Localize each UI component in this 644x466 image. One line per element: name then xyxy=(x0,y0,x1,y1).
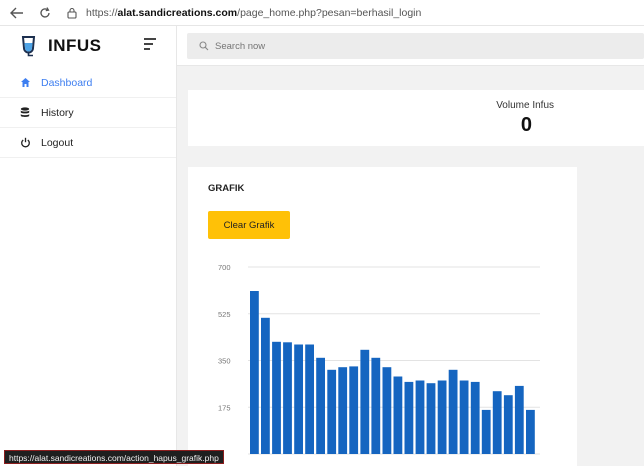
url-path: /page_home.php?pesan=berhasil_login xyxy=(237,6,422,19)
chart-bar xyxy=(514,385,524,454)
sidebar-nav: Dashboard History Logout xyxy=(0,68,176,158)
chart-bar xyxy=(503,395,513,454)
chart-bar xyxy=(393,376,403,454)
menu-toggle-icon[interactable] xyxy=(144,38,158,52)
status-url-tooltip: https://alat.sandicreations.com/action_h… xyxy=(4,450,224,464)
chart-bar xyxy=(459,380,469,454)
chart-bar xyxy=(526,409,535,454)
sidebar-item-label: Logout xyxy=(41,136,74,149)
chart-bar xyxy=(492,391,502,454)
search-icon xyxy=(199,41,209,51)
chart-bar xyxy=(360,349,370,454)
chart-bar xyxy=(382,367,392,454)
chart-bar xyxy=(426,383,436,454)
volume-label: Volume Infus xyxy=(496,100,554,111)
search-input[interactable] xyxy=(215,40,515,52)
chart-bar xyxy=(250,291,259,454)
grafik-title: GRAFIK xyxy=(208,183,245,194)
chart-bar xyxy=(415,380,425,454)
chart-bar xyxy=(481,409,491,454)
sidebar: INFUS Dashboard History Logout xyxy=(0,26,177,466)
chart-bar xyxy=(283,342,292,454)
chart-bar xyxy=(371,357,381,454)
sidebar-item-dashboard[interactable]: Dashboard xyxy=(0,68,176,98)
y-tick-label: 700 xyxy=(218,263,231,272)
chart-bar xyxy=(349,366,359,454)
chart-bar xyxy=(470,381,480,454)
reload-icon[interactable] xyxy=(34,2,56,24)
sidebar-item-label: History xyxy=(41,106,74,119)
chart-bar xyxy=(272,341,281,454)
lock-icon[interactable] xyxy=(66,7,78,19)
y-tick-label: 525 xyxy=(218,310,231,319)
infusion-logo-icon xyxy=(21,36,36,57)
url-prefix: https:// xyxy=(86,6,118,19)
chart-bar xyxy=(261,317,270,454)
chart-bar xyxy=(437,380,447,454)
home-icon xyxy=(19,77,31,89)
chart-bar xyxy=(305,344,314,454)
chart-bar xyxy=(404,381,414,454)
y-tick-label: 350 xyxy=(218,357,231,366)
sidebar-item-logout[interactable]: Logout xyxy=(0,128,176,158)
address-bar[interactable]: https://alat.sandicreations.com/page_hom… xyxy=(86,7,421,19)
grafik-card: GRAFIK Clear Grafik 7005253501750 xyxy=(188,167,577,466)
brand-name: INFUS xyxy=(48,36,102,55)
search-box xyxy=(187,33,644,59)
power-icon xyxy=(19,137,31,149)
database-icon xyxy=(19,107,31,119)
chart-bar xyxy=(448,369,458,454)
y-tick-label: 175 xyxy=(218,403,231,412)
chart-bar xyxy=(327,369,337,454)
volume-value: 0 xyxy=(520,114,532,136)
bar-chart: 7005253501750 xyxy=(218,263,540,459)
brand: INFUS xyxy=(0,26,176,66)
chart-bar xyxy=(338,367,348,454)
volume-card: Volume Infus 0 xyxy=(188,90,644,146)
back-arrow-icon[interactable] xyxy=(6,2,28,24)
top-bar xyxy=(177,26,644,66)
sidebar-item-label: Dashboard xyxy=(41,76,93,89)
browser-bar: https://alat.sandicreations.com/page_hom… xyxy=(0,0,644,26)
clear-grafik-button[interactable]: Clear Grafik xyxy=(208,211,290,239)
url-domain: alat.sandicreations.com xyxy=(117,6,238,19)
sidebar-item-history[interactable]: History xyxy=(0,98,176,128)
chart-bar xyxy=(294,344,303,454)
chart-bar xyxy=(316,357,325,454)
